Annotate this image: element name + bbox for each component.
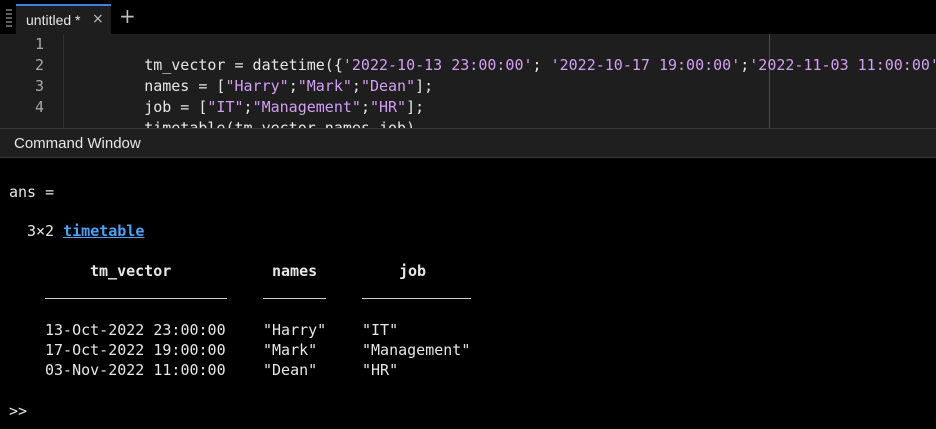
size-text: 3×2	[27, 222, 55, 240]
command-window-title: Command Window	[14, 135, 141, 152]
code-line-4[interactable]: timetable(tm_vector,names,job)	[90, 97, 415, 137]
table-cell: 13-Oct-2022 23:00:00	[45, 321, 226, 339]
column-header-job: job	[399, 262, 427, 280]
header-underline	[45, 298, 227, 299]
table-cell: "IT"	[362, 321, 399, 339]
command-window[interactable]: ans = 3×2 timetable tm_vector names job …	[0, 158, 936, 429]
drag-grip-icon[interactable]	[6, 9, 12, 29]
line-number: 3	[34, 77, 44, 95]
timetable-link[interactable]: timetable	[63, 222, 144, 240]
code-token: ;	[740, 56, 750, 74]
line-number-gutter: 1 2 3 4	[0, 34, 64, 128]
code-token: ;	[532, 56, 551, 74]
code-line-1[interactable]: tm_vector = datetime({'2022-10-13 23:00:…	[90, 34, 936, 74]
code-line-3[interactable]: job = ["IT";"Management";"HR"];	[90, 76, 424, 116]
editor-tab-bar: untitled * × +	[0, 0, 936, 36]
table-cell: "HR"	[362, 361, 399, 379]
header-underline	[362, 298, 471, 299]
table-cell: 17-Oct-2022 19:00:00	[45, 341, 226, 359]
code-line-2[interactable]: names = ["Harry";"Mark";"Dean"];	[90, 55, 433, 95]
code-editor[interactable]: 1 2 3 4 tm_vector = datetime({'2022-10-1…	[0, 34, 936, 137]
matlab-window: untitled * × + 1 2 3 4 tm_vector = datet…	[0, 0, 936, 429]
table-cell: "Mark"	[263, 341, 318, 359]
command-window-header: Command Window	[0, 128, 936, 158]
column-header-names: names	[272, 262, 318, 280]
tab-label: untitled *	[26, 12, 81, 28]
string-literal: '2022-10-17 19:00:00'	[550, 56, 741, 74]
table-cell: "Management"	[362, 341, 471, 359]
header-underline	[263, 298, 326, 299]
close-icon[interactable]: ×	[92, 11, 104, 27]
ans-label: ans =	[9, 183, 55, 201]
command-prompt[interactable]: >>	[9, 402, 27, 420]
add-tab-icon[interactable]: +	[119, 6, 136, 26]
line-number: 1	[34, 35, 44, 53]
column-header-tm-vector: tm_vector	[90, 262, 172, 280]
table-cell: "Harry"	[263, 321, 327, 339]
size-info: 3×2 timetable	[27, 221, 144, 241]
table-cell: 03-Nov-2022 11:00:00	[45, 361, 226, 379]
table-cell: "Dean"	[263, 361, 318, 379]
tab-untitled[interactable]: untitled * ×	[16, 4, 111, 34]
line-number: 4	[34, 98, 44, 116]
string-literal: '2022-11-03 11:00:00'	[749, 56, 936, 74]
line-number: 2	[34, 56, 44, 74]
